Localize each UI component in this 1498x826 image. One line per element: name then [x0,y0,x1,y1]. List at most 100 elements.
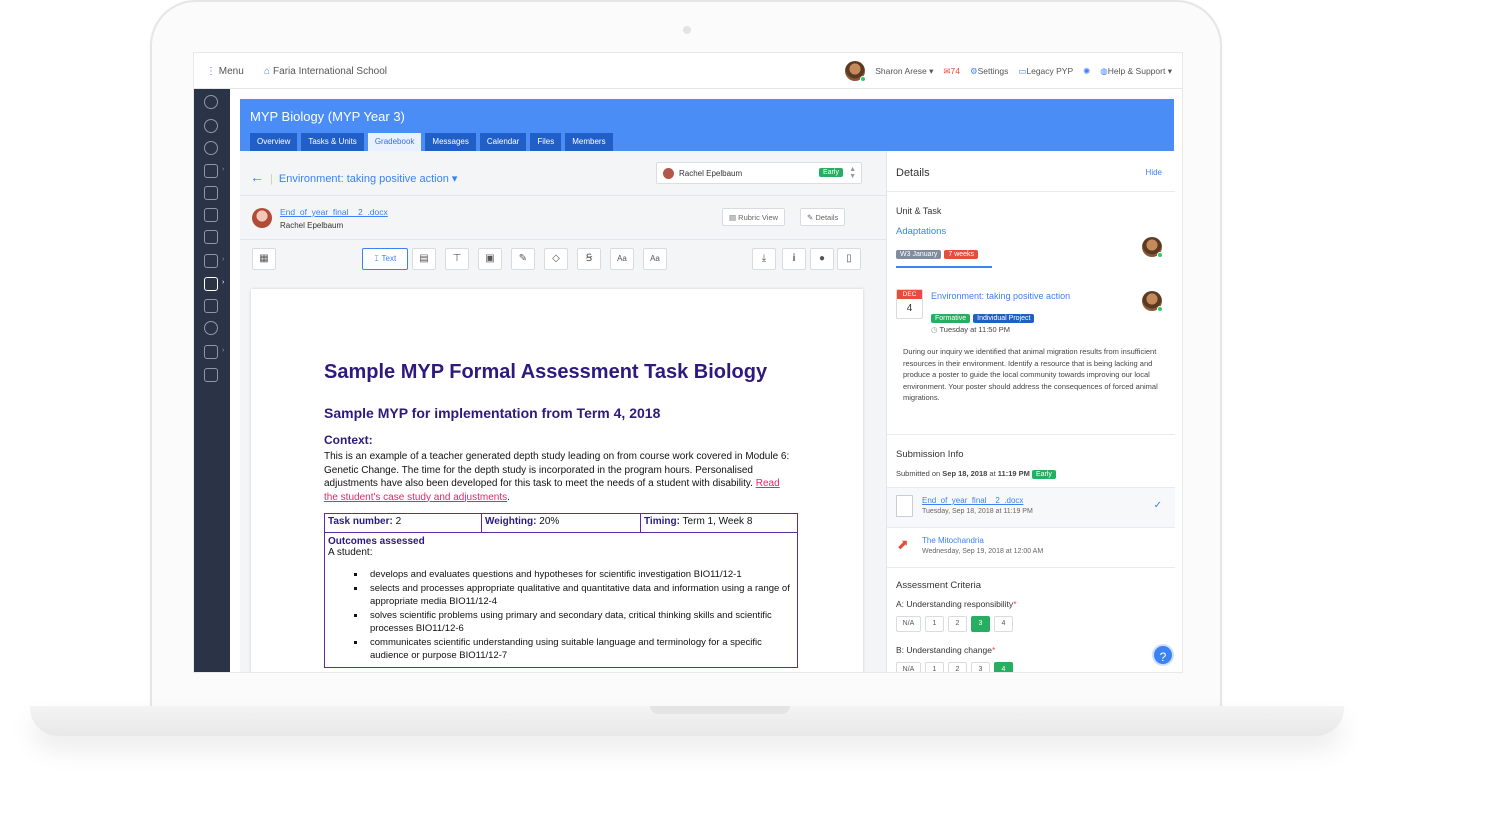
avatar[interactable] [845,61,867,82]
chevron-right-icon: › [222,256,225,263]
rubric-view-button[interactable]: ▤ Rubric View [722,208,786,226]
briefcase-icon[interactable] [204,186,218,200]
help-button[interactable]: ◍Help & Support ▾ [1100,66,1172,77]
note-icon[interactable]: ▤ [412,248,436,270]
area-icon[interactable]: ▣ [478,248,502,270]
doc-context-heading: Context: [324,433,373,447]
report-icon[interactable] [204,368,218,382]
score-option-selected[interactable]: 3 [971,616,990,632]
chevron-down-icon[interactable]: ▾ [452,173,458,185]
score-option[interactable]: 4 [994,616,1013,632]
details-label: Details [815,213,839,222]
submission-viewer: ← | Environment: taking positive action ▾ … [240,151,886,672]
chart-icon[interactable] [204,164,218,178]
text-tool-button[interactable]: 𝙸 Text [362,248,408,270]
clipboard-icon[interactable]: ▯ [837,248,861,270]
cube-icon[interactable] [204,299,218,313]
criteria-label: Assessment Criteria [896,580,981,591]
task-info-table: Task number: 2 Weighting: 20% Timing: Te… [324,513,798,668]
tab-members[interactable]: Members [565,133,613,151]
score-option[interactable]: N/A [896,616,921,632]
users-icon[interactable] [204,321,218,335]
eraser-icon[interactable]: ◇ [544,248,568,270]
course-header: MYP Biology (MYP Year 3) Overview Tasks … [240,99,1174,151]
online-indicator [860,76,867,82]
online-indicator [1157,306,1163,312]
font-color-icon[interactable]: Aa [643,248,667,270]
score-option[interactable]: N/A [896,662,921,672]
calendar-icon[interactable] [204,230,218,244]
laptop-notch [650,706,790,714]
submission-label: Submission Info [896,449,964,460]
submission-file-row[interactable]: End_of_year_final__2_.docx Tuesday, Sep … [887,487,1175,527]
pencil-icon[interactable]: ✎ [511,248,535,270]
score-option[interactable]: 2 [948,616,967,632]
divider [887,567,1175,568]
bus-icon[interactable] [204,254,218,268]
submission-file-row[interactable]: ⬈ The Mitochandria Wednesday, Sep 19, 20… [887,527,1175,567]
menu-button[interactable]: ⋮ Menu [206,66,244,77]
submission-file-date: Wednesday, Sep 19, 2018 at 12:00 AM [922,548,1044,555]
submission-file-link[interactable]: End_of_year_final__2_.docx [922,496,1023,505]
sun-icon[interactable]: ✺ [1083,66,1090,77]
documents-icon[interactable] [204,345,218,359]
doc-context: This is an example of a teacher generate… [324,450,790,504]
file-link[interactable]: End_of_year_final__2_.docx [280,207,388,217]
user-name: Sharon Arese [875,65,927,76]
map-icon[interactable] [204,208,218,222]
add-icon[interactable] [204,95,218,109]
tab-gradebook[interactable]: Gradebook [367,133,422,151]
gear-icon: ⚙ [969,65,978,76]
mail-icon: ✉ [943,65,951,76]
submitted-date: Sep 18, 2018 [942,469,988,478]
score-option-selected[interactable]: 4 [994,662,1013,672]
sidebar: › › › › [194,89,230,672]
back-arrow-icon[interactable]: ← [250,169,264,185]
comment-icon[interactable]: ● [810,248,834,270]
student-select[interactable]: Rachel Epelbaum Early ▲ ▼ [656,162,862,184]
dashboard-icon[interactable] [204,119,218,133]
due-time-label: Tuesday at 11:50 PM [939,325,1010,334]
help-question-icon[interactable]: ? [1152,644,1174,666]
submission-file-link[interactable]: The Mitochandria [922,536,984,545]
unit-task-label: Unit & Task [896,206,942,216]
chevron-down-icon: ▾ [929,65,934,76]
hide-button[interactable]: Hide [1146,168,1162,177]
score-option[interactable]: 1 [925,616,944,632]
tab-files[interactable]: Files [530,133,562,151]
settings-button[interactable]: ⚙Settings [970,66,1008,77]
stepper-icon[interactable]: ▲ ▼ [849,166,856,180]
school-link[interactable]: ⌂ Faria International School [264,66,387,77]
task-link[interactable]: Environment: taking positive action [931,291,1070,301]
help-label: Help & Support [1107,65,1166,76]
score-option[interactable]: 2 [948,662,967,672]
app-screen: ⋮ Menu ⌂ Faria International School Sharo… [193,52,1183,673]
download-icon[interactable]: ⤓ [752,248,776,270]
grid-icon[interactable]: ▦ [252,248,276,270]
unit-progress [896,266,992,268]
mail-button[interactable]: ✉74 [943,66,960,77]
tab-overview[interactable]: Overview [250,133,298,151]
due-time: ◷ Tuesday at 11:50 PM [931,325,1010,334]
online-indicator [1157,252,1163,258]
info-icon[interactable]: i [782,248,806,270]
task-breadcrumb[interactable]: Environment: taking positive action [279,173,449,185]
target-icon[interactable] [204,141,218,155]
score-option[interactable]: 1 [925,662,944,672]
score-option[interactable]: 3 [971,662,990,672]
tab-calendar[interactable]: Calendar [479,133,527,151]
user-menu[interactable]: Sharon Arese ▾ [875,66,933,77]
task-number-label: Task number: [328,516,393,527]
tab-messages[interactable]: Messages [425,133,476,151]
tab-tasks-units[interactable]: Tasks & Units [301,133,364,151]
breadcrumb-divider: | [270,173,273,185]
criterion-a-text: A: Understanding responsibility [896,599,1014,609]
classes-icon[interactable] [204,277,218,291]
details-button[interactable]: ✎ Details [800,208,846,226]
unit-link[interactable]: Adaptations [896,226,946,237]
font-size-icon[interactable]: Aa [610,248,634,270]
legacy-pyp-button[interactable]: ▭Legacy PYP [1018,66,1073,77]
strikethrough-icon[interactable]: Ꞩ [577,248,601,270]
unit-progress-fill [896,266,992,268]
textbox-icon[interactable]: ⊤ [445,248,469,270]
